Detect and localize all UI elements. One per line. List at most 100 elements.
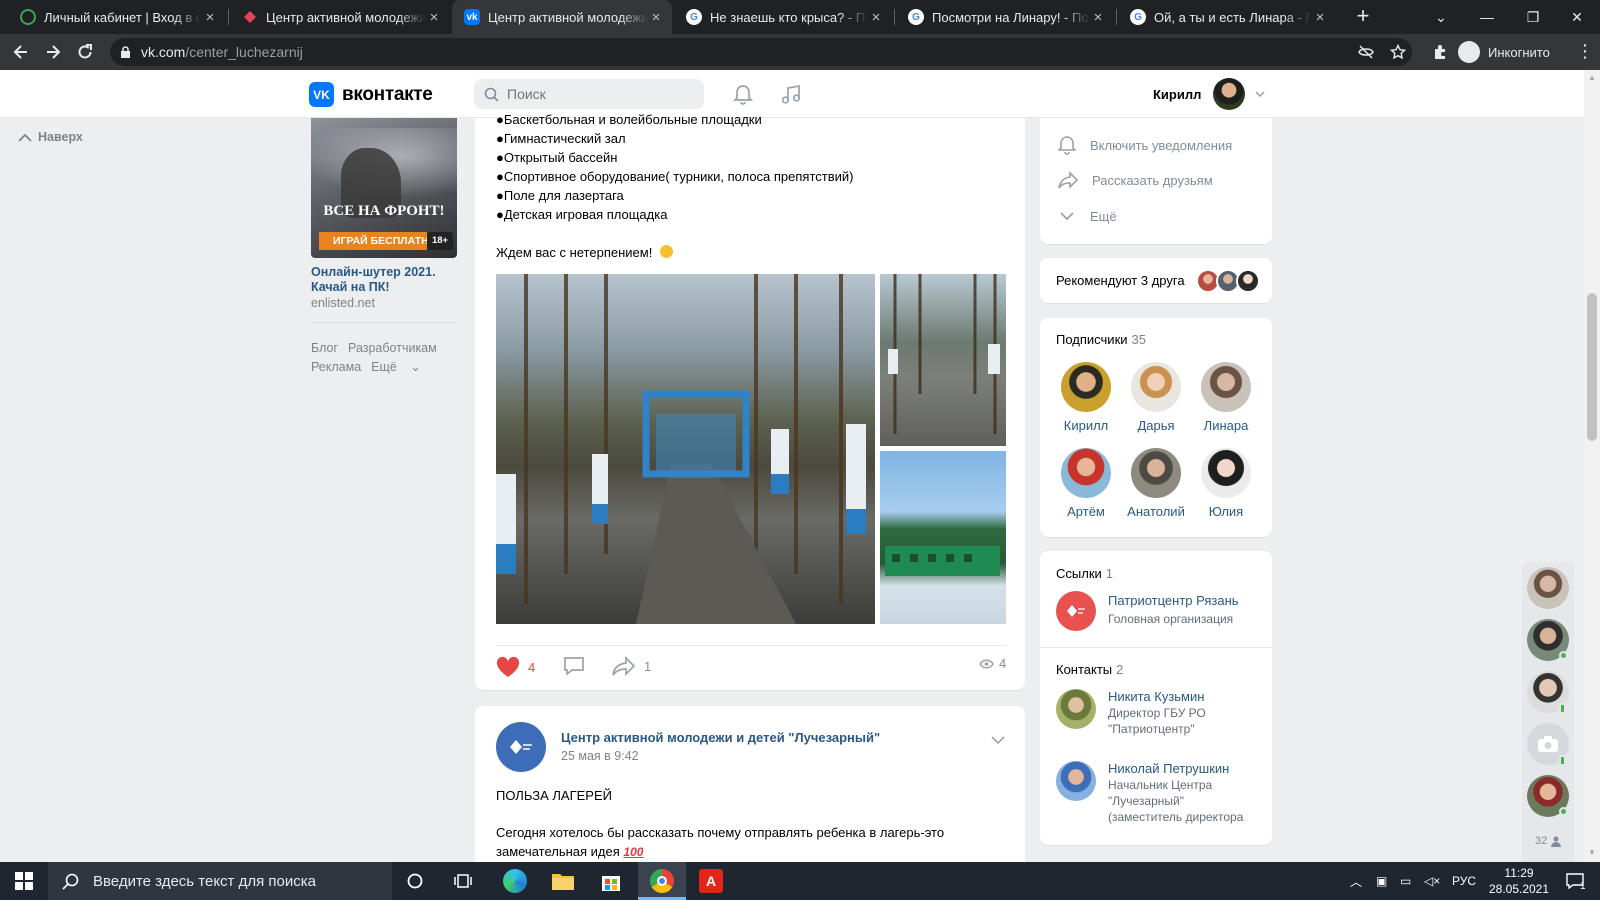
acrobat-app[interactable]: A [696,866,726,896]
ad-play-button[interactable]: ИГРАЙ БЕСПЛАТНО [319,232,427,250]
chat-avatar[interactable] [1527,567,1569,609]
incognito-badge[interactable]: Инкогнито [1458,38,1550,66]
post-author[interactable]: Центр активной молодежи и детей "Лучезар… [561,730,880,745]
scroll-up-arrow[interactable]: ▲ [1588,73,1596,82]
star-icon[interactable] [1390,44,1406,60]
avatar [1201,448,1251,498]
browser-tab[interactable]: G Ой, а ты и есть Линара - Пои × [1118,0,1336,34]
volume-icon[interactable]: ◁× [1424,862,1440,900]
clock[interactable]: 11:29 28.05.2021 [1484,862,1554,900]
close-window-button[interactable]: ✕ [1554,0,1600,34]
start-button[interactable] [9,866,39,896]
language-indicator[interactable]: РУС [1452,862,1476,900]
extensions-icon[interactable] [1432,44,1448,60]
post-photo-gate[interactable] [496,274,875,624]
chevron-down-icon[interactable] [991,736,1005,744]
tab-search-button[interactable]: ⌄ [1418,0,1464,34]
subscriber-item[interactable]: Юлия [1196,448,1256,519]
ad-image[interactable]: ВСЕ НА ФРОНТ! ИГРАЙ БЕСПЛАТНО 18+ [311,118,457,258]
browser-tab[interactable]: Личный кабинет | Вход в сис × [8,0,226,34]
post-photo-alley[interactable] [880,274,1006,446]
page-scrollbar[interactable]: ▲ ▼ [1584,70,1600,862]
subscriber-item[interactable]: Линара [1196,362,1256,433]
search-box[interactable] [474,79,704,109]
eye-off-icon[interactable] [1358,45,1374,59]
browser-tab[interactable]: Центр активной молодежи и × [230,0,450,34]
chat-all-button[interactable]: 32 [1535,835,1562,847]
forward-button[interactable] [40,39,66,65]
share-button[interactable]: 1 [612,656,651,676]
task-view-button[interactable] [448,866,478,896]
more-menu-icon[interactable]: ⋮ [1576,42,1594,60]
close-icon[interactable]: × [1090,9,1106,26]
scroll-down-arrow[interactable]: ▼ [1588,848,1596,857]
menu-item-more[interactable]: Ещё [1058,207,1117,225]
footer-link-ads[interactable]: Реклама [311,360,361,374]
back-button[interactable] [8,39,34,65]
post-photo-building[interactable] [880,451,1006,624]
vk-logo[interactable]: VK вконтакте [309,82,433,107]
subscriber-item[interactable]: Кирилл [1056,362,1116,433]
link-item[interactable]: Патриотцентр Рязань Головная организация [1056,591,1239,631]
menu-item-share[interactable]: Рассказать друзьям [1058,171,1213,189]
browser-tab-active[interactable]: vk Центр активной молодежи и × [452,0,672,34]
bell-icon[interactable] [733,83,753,105]
subscribers-title: Подписчики [1056,332,1128,347]
network-icon[interactable]: ▭ [1400,862,1411,900]
close-icon[interactable]: × [868,9,884,26]
browser-tab[interactable]: G Посмотри на Линару! - Пои × [896,0,1114,34]
search-icon [484,87,499,102]
notification-center[interactable]: 1 [1560,862,1590,900]
scrollbar-thumb[interactable] [1587,293,1597,441]
ad-title[interactable]: Онлайн-шутер 2021. Качай на ПК! [311,265,461,295]
contact-item[interactable]: Николай Петрушкин Начальник Центра "Лучез… [1056,761,1258,825]
tray-chevron-icon[interactable]: ︿ [1350,862,1362,900]
links-header[interactable]: Ссылки 1 [1056,566,1113,581]
restore-button[interactable]: ❐ [1510,0,1556,34]
google-icon: G [686,9,702,25]
footer-link-blog[interactable]: Блог [311,341,338,355]
subscriber-name: Артём [1067,504,1105,519]
subscriber-item[interactable]: Артём [1056,448,1116,519]
tab-title: Ой, а ты и есть Линара - Пои [1154,9,1312,25]
avatar [1056,689,1096,729]
community-avatar[interactable] [496,722,546,772]
like-button[interactable]: 4 [496,656,535,678]
subscriber-item[interactable]: Анатолий [1126,448,1186,519]
share-count: 1 [644,658,652,674]
menu-item-label: Ещё [1090,208,1117,224]
back-to-top-button[interactable]: Наверх [18,130,83,144]
chrome-app[interactable] [647,866,677,896]
menu-item-notifications[interactable]: Включить уведомления [1058,135,1232,155]
store-app[interactable] [596,866,626,896]
close-icon[interactable]: × [648,9,664,26]
taskbar-search[interactable]: Введите здесь текст для поиска [48,862,392,900]
friends-recommend-card[interactable]: Рекомендуют 3 друга [1040,258,1272,303]
new-tab-button[interactable]: + [1350,4,1376,30]
music-icon[interactable] [780,83,802,105]
address-bar[interactable]: vk.com/center_luchezarnij [110,38,1412,66]
footer-link-more[interactable]: Ещё ⌄ [371,360,421,374]
cortana-button[interactable] [400,866,430,896]
contact-item[interactable]: Никита Кузьмин Директор ГБУ РО "Патриотце… [1056,689,1258,737]
minimize-button[interactable]: — [1464,0,1510,34]
footer-link-developers[interactable]: Разработчикам [348,341,437,355]
user-menu[interactable]: Кирилл [1153,78,1265,110]
ad-age-badge: 18+ [427,232,453,250]
close-icon[interactable]: × [202,9,218,26]
contacts-header[interactable]: Контакты 2 [1056,662,1123,677]
subscribers-header[interactable]: Подписчики 35 [1056,332,1146,347]
post-date[interactable]: 25 мая в 9:42 [561,749,639,763]
close-icon[interactable]: × [1312,9,1328,26]
avatar [1061,362,1111,412]
tray-camera-icon[interactable]: ▣ [1376,862,1387,900]
close-icon[interactable]: × [426,9,442,26]
comment-button[interactable] [563,656,585,676]
tab-divider [228,9,229,25]
reload-button[interactable] [72,39,98,65]
search-input[interactable] [507,86,697,102]
explorer-app[interactable] [548,866,578,896]
browser-tab[interactable]: G Не знаешь кто крыса? - Пои × [674,0,892,34]
subscriber-item[interactable]: Дарья [1126,362,1186,433]
edge-app[interactable] [500,866,530,896]
